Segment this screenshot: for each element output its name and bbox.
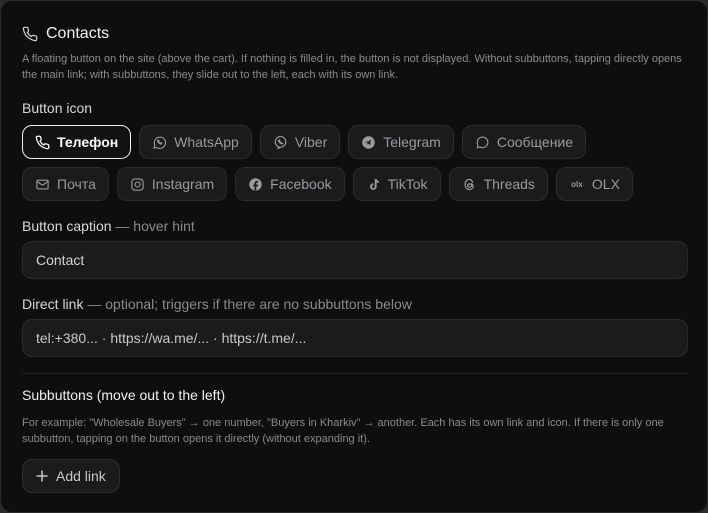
phone-icon bbox=[35, 135, 50, 150]
panel-description: A floating button on the site (above the… bbox=[22, 53, 682, 81]
viber-icon bbox=[273, 135, 288, 150]
mail-icon bbox=[35, 177, 50, 192]
section-divider bbox=[22, 373, 688, 374]
chip-facebook[interactable]: Facebook bbox=[235, 167, 345, 201]
caption-input[interactable]: Contact bbox=[22, 241, 688, 279]
chip-label: Threads bbox=[483, 176, 535, 192]
instagram-icon bbox=[130, 177, 145, 192]
chip-instagram[interactable]: Instagram bbox=[116, 167, 228, 201]
chip-viber[interactable]: Viber bbox=[259, 125, 341, 159]
button-caption-label: Button caption — hover hint bbox=[22, 218, 195, 234]
chip-label: WhatsApp bbox=[174, 134, 239, 150]
contacts-panel: Contacts A floating button on the site (… bbox=[0, 0, 708, 513]
subbuttons-title: Subbuttons (move out to the left) bbox=[22, 387, 226, 403]
direct-link-input[interactable]: tel:+380... · https://wa.me/... · https:… bbox=[22, 319, 688, 357]
add-link-button[interactable]: Add link bbox=[22, 459, 120, 493]
chip-label: Почта bbox=[57, 176, 96, 192]
chip-label: TikTok bbox=[387, 176, 428, 192]
caption-value: Contact bbox=[36, 252, 85, 268]
chip-threads[interactable]: Threads bbox=[448, 167, 548, 201]
whatsapp-icon bbox=[152, 135, 167, 150]
plus-icon bbox=[36, 470, 48, 482]
chip-phone[interactable]: Телефон bbox=[22, 125, 132, 159]
panel-header: Contacts bbox=[22, 23, 686, 45]
olx-icon: olx bbox=[571, 179, 583, 189]
chip-whatsapp[interactable]: WhatsApp bbox=[139, 125, 252, 159]
phone-icon bbox=[22, 26, 38, 42]
chip-label: OLX bbox=[591, 176, 620, 192]
chip-olx[interactable]: olx OLX bbox=[555, 167, 633, 201]
chip-label: Телефон bbox=[57, 134, 119, 150]
chip-mail[interactable]: Почта bbox=[22, 167, 109, 201]
facebook-icon bbox=[248, 177, 263, 192]
direct-link-placeholder: tel:+380... · https://wa.me/... · https:… bbox=[36, 330, 307, 346]
chip-label: Instagram bbox=[151, 176, 215, 192]
chip-label: Facebook bbox=[270, 176, 332, 192]
telegram-icon bbox=[361, 135, 376, 150]
threads-icon bbox=[462, 177, 477, 192]
icon-chips-row-2: Почта Instagram Facebook TikTok Threads … bbox=[22, 167, 633, 201]
chip-message[interactable]: Сообщение bbox=[461, 125, 587, 159]
panel-title: Contacts bbox=[46, 25, 110, 42]
chip-label: Viber bbox=[294, 134, 328, 150]
chip-telegram[interactable]: Telegram bbox=[348, 125, 454, 159]
subbuttons-description: For example: "Wholesale Buyers" → one nu… bbox=[22, 417, 664, 445]
direct-link-label-text: Direct link bbox=[22, 296, 84, 312]
chip-label: Telegram bbox=[383, 134, 441, 150]
chip-tiktok[interactable]: TikTok bbox=[352, 167, 441, 201]
add-link-label: Add link bbox=[56, 468, 106, 484]
caption-hint: — hover hint bbox=[115, 218, 195, 234]
tiktok-icon bbox=[366, 177, 381, 192]
direct-link-hint: — optional; triggers if there are no sub… bbox=[87, 296, 412, 312]
icon-chips-row-1: Телефон WhatsApp Viber Telegram Сообщени… bbox=[22, 125, 587, 159]
message-icon bbox=[475, 135, 490, 150]
caption-label-text: Button caption bbox=[22, 218, 112, 234]
chip-label: Сообщение bbox=[496, 134, 574, 150]
direct-link-label: Direct link — optional; triggers if ther… bbox=[22, 296, 412, 312]
button-icon-label: Button icon bbox=[22, 100, 93, 116]
